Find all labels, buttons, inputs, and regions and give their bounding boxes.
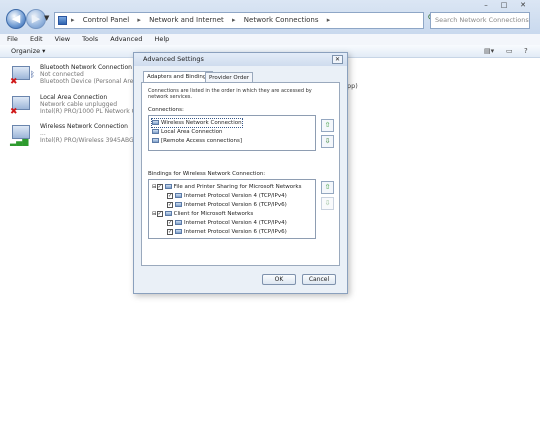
- list-item[interactable]: [Remote Access connections]: [152, 137, 242, 145]
- menu-help[interactable]: Help: [154, 35, 169, 43]
- connection-status: Not connected: [40, 71, 84, 78]
- breadcrumb-arrow-icon[interactable]: ▸: [71, 16, 75, 24]
- breadcrumb-arrow-icon[interactable]: ▸: [232, 16, 236, 24]
- breadcrumb-network-connections[interactable]: Network Connections: [244, 16, 319, 24]
- connection-name: Bluetooth Network Connection: [40, 64, 132, 71]
- window-title-bar: ◀ ▶ ▼ ▸ Control Panel ▸ Network and Inte…: [0, 0, 540, 35]
- bluetooth-icon: ᛒ: [30, 70, 35, 79]
- connection-name: Wireless Network Connection: [40, 123, 128, 130]
- connection-name: Local Area Connection: [40, 94, 108, 101]
- panel-description: Connections are listed in the order in w…: [148, 88, 312, 100]
- checkbox[interactable]: ✓: [167, 228, 173, 235]
- tree-item[interactable]: ✓ Internet Protocol Version 4 (TCP/IPv4): [167, 219, 287, 227]
- background-text-fragment: pp): [347, 82, 358, 90]
- connection-item-wireless[interactable]: ▂▄▆ Wireless Network Connection ... Inte…: [10, 123, 146, 147]
- minimize-button[interactable]: –: [478, 1, 494, 10]
- dialog-title-bar: Advanced Settings ✕: [134, 53, 347, 66]
- cancel-button[interactable]: Cancel: [302, 274, 336, 285]
- dialog-title: Advanced Settings: [143, 55, 204, 63]
- tab-panel: Connections are listed in the order in w…: [141, 82, 340, 266]
- move-up-connection-button[interactable]: ⇧: [321, 119, 334, 132]
- back-button[interactable]: ◀: [6, 9, 26, 29]
- protocol-icon: [175, 229, 182, 234]
- protocol-icon: [175, 220, 182, 225]
- breadcrumb-arrow-icon[interactable]: ▸: [137, 16, 141, 24]
- address-bar[interactable]: ▸ Control Panel ▸ Network and Internet ▸…: [54, 12, 424, 29]
- forward-button[interactable]: ▶: [26, 9, 46, 29]
- help-icon[interactable]: ?: [524, 45, 528, 57]
- breadcrumb-arrow-icon[interactable]: ▸: [327, 16, 331, 24]
- tree-item[interactable]: ⊟✓ Client for Microsoft Networks: [152, 210, 253, 218]
- connection-status: ...: [40, 130, 46, 137]
- checkbox[interactable]: ✓: [167, 219, 173, 226]
- wireless-adapter-icon: [152, 120, 159, 125]
- menu-view[interactable]: View: [55, 35, 70, 43]
- move-up-binding-button[interactable]: ⇧: [321, 181, 334, 194]
- close-button[interactable]: ✕: [514, 1, 532, 10]
- tree-item[interactable]: ✓ Internet Protocol Version 4 (TCP/IPv4): [167, 192, 287, 200]
- connection-device: Intel(R) PRO/1000 PL Network Co...: [40, 108, 146, 115]
- move-down-connection-button[interactable]: ⇩: [321, 135, 334, 148]
- protocol-icon: [175, 202, 182, 207]
- checkbox[interactable]: ✓: [167, 201, 173, 208]
- menu-edit[interactable]: Edit: [30, 35, 43, 43]
- connection-status: Network cable unplugged: [40, 101, 118, 108]
- recent-pages-icon[interactable]: ▼: [44, 14, 49, 22]
- signal-bars-icon: ▂▄▆: [10, 137, 29, 146]
- tree-item[interactable]: ✓ Internet Protocol Version 6 (TCP/IPv6): [167, 201, 287, 209]
- remote-access-icon: [152, 138, 159, 143]
- red-x-icon: ✖: [10, 107, 18, 117]
- service-icon: [164, 184, 172, 189]
- menu-bar: File Edit View Tools Advanced Help: [0, 34, 540, 45]
- connections-label: Connections:: [148, 107, 184, 113]
- checkbox[interactable]: ✓: [167, 192, 173, 199]
- views-icon[interactable]: ▤▾: [484, 45, 494, 57]
- breadcrumb-control-panel[interactable]: Control Panel: [83, 16, 129, 24]
- organize-button[interactable]: Organize ▾: [11, 45, 45, 57]
- checkbox[interactable]: ✓: [156, 210, 163, 217]
- list-item[interactable]: Wireless Network Connection: [151, 118, 243, 128]
- tree-item[interactable]: ✓ Internet Protocol Version 6 (TCP/IPv6): [167, 228, 287, 236]
- advanced-settings-dialog: Advanced Settings ✕ Adapters and Binding…: [133, 52, 348, 294]
- bindings-tree[interactable]: ⊟✓ File and Printer Sharing for Microsoft…: [148, 179, 316, 239]
- menu-advanced[interactable]: Advanced: [110, 35, 142, 43]
- bindings-label: Bindings for Wireless Network Connection…: [148, 171, 266, 177]
- client-icon: [164, 211, 172, 216]
- breadcrumb-network-internet[interactable]: Network and Internet: [149, 16, 224, 24]
- red-x-icon: ✖: [10, 77, 18, 87]
- preview-pane-icon[interactable]: ▭: [506, 45, 513, 57]
- list-item[interactable]: Local Area Connection: [152, 128, 223, 136]
- control-panel-icon: [58, 16, 67, 25]
- menu-tools[interactable]: Tools: [82, 35, 98, 43]
- ok-button[interactable]: OK: [262, 274, 296, 285]
- protocol-icon: [175, 193, 182, 198]
- tree-item[interactable]: ⊟✓ File and Printer Sharing for Microsoft…: [152, 183, 301, 191]
- checkbox[interactable]: ✓: [156, 183, 163, 190]
- connection-device: Bluetooth Device (Personal Area ...: [40, 78, 145, 85]
- connection-item-local-area[interactable]: ✖ Local Area Connection Network cable un…: [10, 94, 145, 118]
- connections-list[interactable]: Wireless Network Connection Local Area C…: [148, 115, 316, 151]
- dialog-close-button[interactable]: ✕: [332, 55, 343, 64]
- connection-device: Intel(R) PRO/Wireless 3945ABG N...: [40, 137, 146, 144]
- move-down-binding-button[interactable]: ⇩: [321, 197, 334, 210]
- wired-adapter-icon: [152, 129, 159, 134]
- connection-item-bluetooth[interactable]: ✖ ᛒ Bluetooth Network Connection Not con…: [10, 64, 145, 88]
- search-input[interactable]: Search Network Connections: [430, 12, 530, 29]
- menu-file[interactable]: File: [7, 35, 18, 43]
- maximize-button[interactable]: □: [496, 1, 512, 10]
